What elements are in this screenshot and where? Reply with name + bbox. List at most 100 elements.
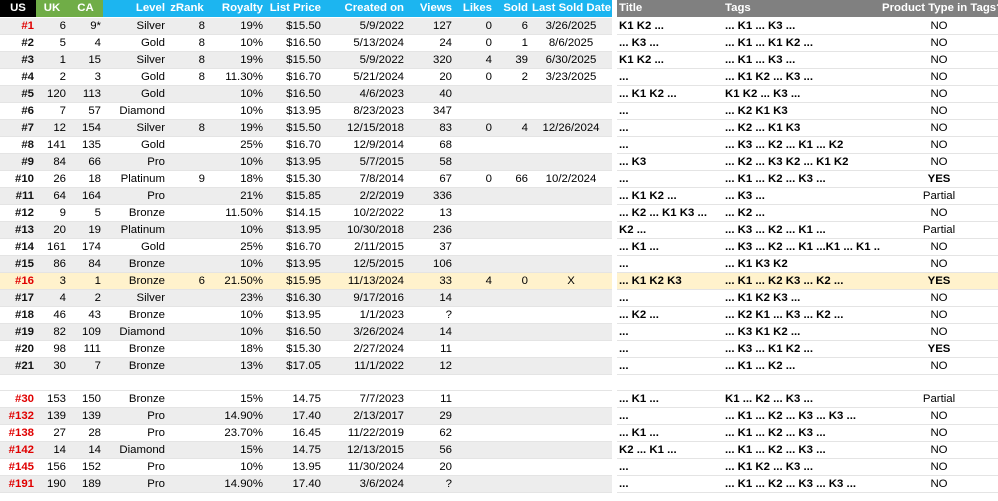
us-id-cell[interactable]: #142: [0, 441, 36, 459]
us-id-cell[interactable]: #3: [0, 51, 36, 69]
product-type-cell[interactable]: NO: [880, 306, 998, 324]
likes-cell[interactable]: [454, 136, 494, 154]
list-price-cell[interactable]: $17.05: [265, 357, 323, 375]
last-sold-date-cell[interactable]: [530, 85, 612, 103]
likes-cell[interactable]: [454, 102, 494, 120]
list-price-cell[interactable]: $16.50: [265, 85, 323, 103]
sold-cell[interactable]: [494, 357, 530, 375]
tags-cell[interactable]: ... K3 ... K2 ... K1 ...: [723, 221, 880, 239]
zrank-cell[interactable]: 8: [167, 34, 207, 52]
zrank-cell[interactable]: [167, 85, 207, 103]
tags-cell[interactable]: ... K1 ... K3 ...: [723, 51, 880, 69]
royalty-cell[interactable]: 23%: [207, 289, 265, 307]
royalty-cell[interactable]: 25%: [207, 136, 265, 154]
last-sold-date-cell[interactable]: [530, 153, 612, 171]
list-price-cell[interactable]: $15.50: [265, 119, 323, 137]
tags-cell[interactable]: ... K1 ... K2 ... K3 ... K3 ...: [723, 407, 880, 425]
created-on-cell[interactable]: 5/13/2024: [323, 34, 406, 52]
views-cell[interactable]: 83: [406, 119, 454, 137]
list-price-cell[interactable]: $16.50: [265, 323, 323, 341]
title-cell[interactable]: ...: [617, 102, 723, 120]
royalty-cell[interactable]: 15%: [207, 390, 265, 408]
royalty-cell[interactable]: 23.70%: [207, 424, 265, 442]
created-on-cell[interactable]: 12/9/2014: [323, 136, 406, 154]
likes-cell[interactable]: [454, 306, 494, 324]
likes-cell[interactable]: 0: [454, 119, 494, 137]
level-cell[interactable]: Pro: [103, 475, 167, 493]
tags-cell[interactable]: ... K2 ... K1 K3: [723, 119, 880, 137]
royalty-cell[interactable]: 10%: [207, 458, 265, 476]
ca-rank-cell[interactable]: 164: [68, 187, 103, 205]
royalty-cell[interactable]: 18%: [207, 170, 265, 188]
sold-cell[interactable]: [494, 153, 530, 171]
list-price-cell[interactable]: $16.50: [265, 34, 323, 52]
level-cell[interactable]: Diamond: [103, 323, 167, 341]
list-price-cell[interactable]: $13.95: [265, 306, 323, 324]
created-on-cell[interactable]: 3/26/2024: [323, 323, 406, 341]
last-sold-date-cell[interactable]: 8/6/2025: [530, 34, 612, 52]
views-cell[interactable]: 37: [406, 238, 454, 256]
ca-rank-cell[interactable]: 139: [68, 407, 103, 425]
title-cell[interactable]: ... K1 ...: [617, 424, 723, 442]
uk-rank-cell[interactable]: 139: [36, 407, 68, 425]
tags-cell[interactable]: ... K2 K1 ... K3 ... K2 ...: [723, 306, 880, 324]
product-type-cell[interactable]: NO: [880, 119, 998, 137]
sold-cell[interactable]: [494, 441, 530, 459]
last-sold-date-cell[interactable]: [530, 407, 612, 425]
tags-cell[interactable]: ... K1 ... K2 ... K3 ...: [723, 170, 880, 188]
sold-cell[interactable]: [494, 204, 530, 222]
ca-rank-cell[interactable]: 1: [68, 272, 103, 290]
zrank-cell[interactable]: [167, 458, 207, 476]
ca-rank-cell[interactable]: 189: [68, 475, 103, 493]
uk-rank-cell[interactable]: 14: [36, 441, 68, 459]
ca-rank-cell[interactable]: 150: [68, 390, 103, 408]
title-cell[interactable]: ... K1 K2 ...: [617, 187, 723, 205]
zrank-cell[interactable]: [167, 390, 207, 408]
views-cell[interactable]: 14: [406, 323, 454, 341]
likes-cell[interactable]: [454, 407, 494, 425]
created-on-cell[interactable]: 7/7/2023: [323, 390, 406, 408]
list-price-cell[interactable]: $13.95: [265, 153, 323, 171]
views-cell[interactable]: 336: [406, 187, 454, 205]
created-on-cell[interactable]: 10/2/2022: [323, 204, 406, 222]
column-header[interactable]: Sold: [494, 0, 530, 18]
sold-cell[interactable]: [494, 323, 530, 341]
sold-cell[interactable]: [494, 407, 530, 425]
uk-rank-cell[interactable]: 1: [36, 51, 68, 69]
level-cell[interactable]: Gold: [103, 136, 167, 154]
title-cell[interactable]: ...: [617, 340, 723, 358]
us-id-cell[interactable]: #15: [0, 255, 36, 273]
list-price-cell[interactable]: 17.40: [265, 475, 323, 493]
royalty-cell[interactable]: 10%: [207, 34, 265, 52]
royalty-cell[interactable]: 19%: [207, 17, 265, 35]
product-type-cell[interactable]: NO: [880, 407, 998, 425]
uk-rank-cell[interactable]: 4: [36, 289, 68, 307]
created-on-cell[interactable]: 9/17/2016: [323, 289, 406, 307]
last-sold-date-cell[interactable]: [530, 102, 612, 120]
list-price-cell[interactable]: 17.40: [265, 407, 323, 425]
views-cell[interactable]: 12: [406, 357, 454, 375]
product-type-cell[interactable]: YES: [880, 340, 998, 358]
level-cell[interactable]: Gold: [103, 68, 167, 86]
product-type-cell[interactable]: NO: [880, 323, 998, 341]
list-price-cell[interactable]: $16.70: [265, 238, 323, 256]
title-cell[interactable]: ...: [617, 255, 723, 273]
level-cell[interactable]: Silver: [103, 119, 167, 137]
royalty-cell[interactable]: 13%: [207, 357, 265, 375]
royalty-cell[interactable]: 14.90%: [207, 407, 265, 425]
zrank-cell[interactable]: 6: [167, 272, 207, 290]
product-type-cell[interactable]: NO: [880, 51, 998, 69]
uk-rank-cell[interactable]: 84: [36, 153, 68, 171]
tags-cell[interactable]: ... K1 K2 ... K3 ...: [723, 68, 880, 86]
column-header[interactable]: List Price: [265, 0, 323, 18]
tags-cell[interactable]: ... K1 ... K2 ...: [723, 357, 880, 375]
uk-rank-cell[interactable]: 3: [36, 272, 68, 290]
last-sold-date-cell[interactable]: [530, 221, 612, 239]
title-cell[interactable]: ... K1 ...: [617, 390, 723, 408]
ca-rank-cell[interactable]: 111: [68, 340, 103, 358]
sold-cell[interactable]: [494, 85, 530, 103]
created-on-cell[interactable]: 11/22/2019: [323, 424, 406, 442]
sold-cell[interactable]: [494, 255, 530, 273]
product-type-cell[interactable]: NO: [880, 34, 998, 52]
uk-rank-cell[interactable]: 5: [36, 34, 68, 52]
